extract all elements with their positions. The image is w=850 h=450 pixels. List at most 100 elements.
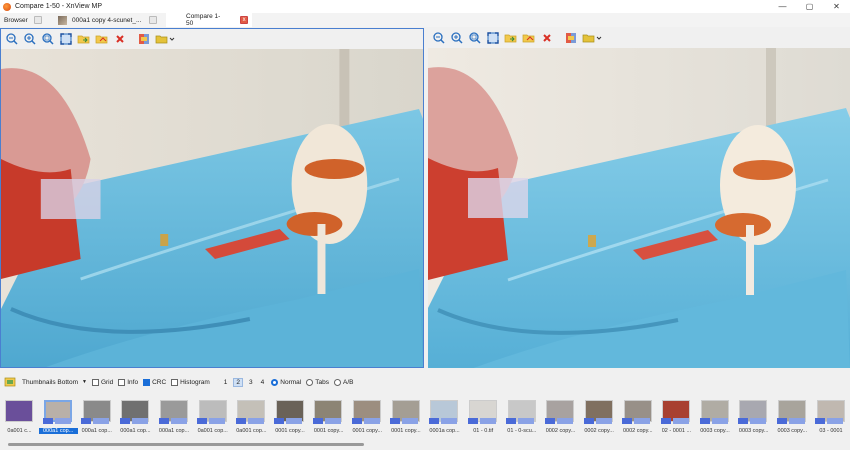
- compare-count-2[interactable]: 2: [233, 377, 244, 387]
- thumbnail-image: [5, 400, 34, 422]
- folder-menu-icon[interactable]: [581, 31, 603, 46]
- tab-close-icon[interactable]: [149, 16, 158, 24]
- thumbnail-item[interactable]: 0001 copy...: [309, 396, 348, 438]
- thumbnail-item[interactable]: 0a001 cop...: [193, 396, 232, 438]
- file-badge-icon: [429, 418, 440, 424]
- thumbnail-item[interactable]: 01 - 0.tif: [464, 396, 503, 438]
- zoom-fit-icon[interactable]: [40, 32, 55, 47]
- thumbnail-caption: 02 - 0001 ...: [661, 428, 692, 434]
- delete-icon[interactable]: [112, 32, 127, 47]
- tab-browser[interactable]: Browser: [0, 13, 48, 27]
- folder-open-icon[interactable]: [503, 31, 518, 46]
- fullscreen-icon[interactable]: [485, 31, 500, 46]
- viewer-right[interactable]: [428, 28, 850, 368]
- fullscreen-icon[interactable]: [58, 32, 73, 47]
- file-badge-icon: [506, 418, 517, 424]
- thumbnail-item[interactable]: 02 - 0001 ...: [657, 396, 696, 438]
- tab-compare[interactable]: Compare 1-50 x: [166, 13, 252, 27]
- compare-count-1[interactable]: 1: [222, 379, 230, 386]
- grid-checkbox[interactable]: Grid: [91, 378, 113, 386]
- histogram-checkbox[interactable]: Histogram: [171, 378, 210, 386]
- thumbnail-caption: 0002 copy...: [622, 428, 653, 434]
- thumbnail-item[interactable]: 0002 copy...: [618, 396, 657, 438]
- compare-icon[interactable]: [563, 31, 578, 46]
- zoom-out-icon[interactable]: [431, 31, 446, 46]
- tab-image[interactable]: 000a1 copy 4-scunet_...: [48, 13, 166, 27]
- image-left[interactable]: [1, 49, 423, 367]
- file-badge-icon: [158, 418, 169, 424]
- thumbnail-item[interactable]: 000a1 cop...: [38, 396, 78, 438]
- thumbnail-caption: 03 - 0001: [819, 428, 843, 434]
- zoom-in-icon[interactable]: [449, 31, 464, 46]
- thumbnail-item[interactable]: 0003 copy...: [773, 396, 812, 438]
- folder-forward-icon[interactable]: [94, 32, 109, 47]
- folder-forward-icon[interactable]: [521, 31, 536, 46]
- tabs-radio[interactable]: Tabs: [306, 378, 329, 386]
- file-badge-icon: [660, 418, 671, 424]
- thumbnail-item[interactable]: 0002 copy...: [541, 396, 580, 438]
- normal-radio[interactable]: Normal: [271, 378, 301, 386]
- thumbnail-item[interactable]: 000a1 cop...: [116, 396, 155, 438]
- info-badge-icon: [247, 418, 264, 424]
- compare-icon[interactable]: [136, 32, 151, 47]
- close-button[interactable]: ✕: [823, 0, 850, 13]
- minimize-button[interactable]: —: [769, 0, 796, 13]
- thumbnail-caption: 0002 copy...: [584, 428, 614, 434]
- tab-close-icon[interactable]: x: [240, 16, 248, 24]
- thumbnail-item[interactable]: 0001 copy...: [348, 396, 387, 438]
- viewer-toolbar: [428, 28, 850, 48]
- folder-menu-icon[interactable]: [154, 32, 176, 47]
- delete-icon[interactable]: [539, 31, 554, 46]
- tab-label: Compare 1-50: [186, 13, 221, 27]
- thumbnail-caption: 0a001 c...: [7, 428, 32, 434]
- checkbox-box-checked: [143, 378, 151, 386]
- info-badge-icon: [672, 418, 689, 424]
- thumbnail-item[interactable]: 0a001 cop...: [232, 396, 271, 438]
- info-checkbox[interactable]: Info: [118, 378, 138, 386]
- tab-close-icon[interactable]: [33, 16, 42, 24]
- thumbnail-item[interactable]: 03 - 0001: [811, 396, 850, 438]
- file-badge-icon: [738, 418, 749, 424]
- info-badge-icon: [788, 418, 805, 424]
- zoom-fit-icon[interactable]: [467, 31, 482, 46]
- thumbnail-caption: 0a001 cop...: [197, 428, 228, 434]
- thumbnail-item[interactable]: 0003 copy...: [696, 396, 735, 438]
- info-badge-icon: [131, 418, 148, 424]
- compare-count-3[interactable]: 3: [247, 379, 255, 386]
- thumbnail-item[interactable]: 0001a cop...: [425, 396, 464, 438]
- file-badge-icon: [467, 418, 478, 424]
- thumbnail-item[interactable]: 0002 copy...: [580, 396, 619, 438]
- file-badge-icon: [583, 418, 594, 424]
- info-badge-icon: [441, 418, 458, 424]
- image-thumb-icon: [58, 15, 67, 25]
- tabs-label: Tabs: [315, 378, 329, 386]
- thumbnail-item[interactable]: 0001 copy...: [386, 396, 425, 438]
- file-badge-icon: [699, 418, 710, 424]
- ab-radio[interactable]: A/B: [333, 378, 353, 386]
- thumbnail-item[interactable]: 0003 copy...: [734, 396, 773, 438]
- thumbnail-item[interactable]: 01 - 0-scu...: [502, 396, 541, 438]
- info-badge-icon: [170, 418, 187, 424]
- thumbnail-item[interactable]: 0a001 c...: [0, 396, 39, 438]
- viewer-left[interactable]: [0, 28, 424, 368]
- maximize-button[interactable]: ▢: [796, 0, 823, 13]
- radio: [306, 378, 314, 386]
- thumbnails-position-dropdown[interactable]: Thumbnails Bottom ▼: [22, 379, 87, 386]
- file-badge-icon: [390, 418, 401, 424]
- compare-count-4[interactable]: 4: [259, 379, 267, 386]
- thumbnail-item[interactable]: 0001 copy...: [270, 396, 309, 438]
- thumbnail-item[interactable]: 000a1 cop...: [155, 396, 194, 438]
- image-right[interactable]: [428, 48, 850, 368]
- file-badge-icon: [776, 418, 787, 424]
- info-badge-icon: [402, 418, 419, 424]
- horizontal-scrollbar[interactable]: [8, 443, 364, 446]
- zoom-out-icon[interactable]: [4, 32, 19, 47]
- layout-icon[interactable]: [4, 376, 16, 388]
- folder-open-icon[interactable]: [76, 32, 91, 47]
- viewer-toolbar: [1, 29, 423, 49]
- crc-checkbox[interactable]: CRC: [143, 378, 166, 386]
- info-badge-icon: [54, 418, 71, 424]
- thumbnail-item[interactable]: 000a1 cop...: [77, 396, 116, 438]
- zoom-in-icon[interactable]: [22, 32, 37, 47]
- radio: [333, 378, 341, 386]
